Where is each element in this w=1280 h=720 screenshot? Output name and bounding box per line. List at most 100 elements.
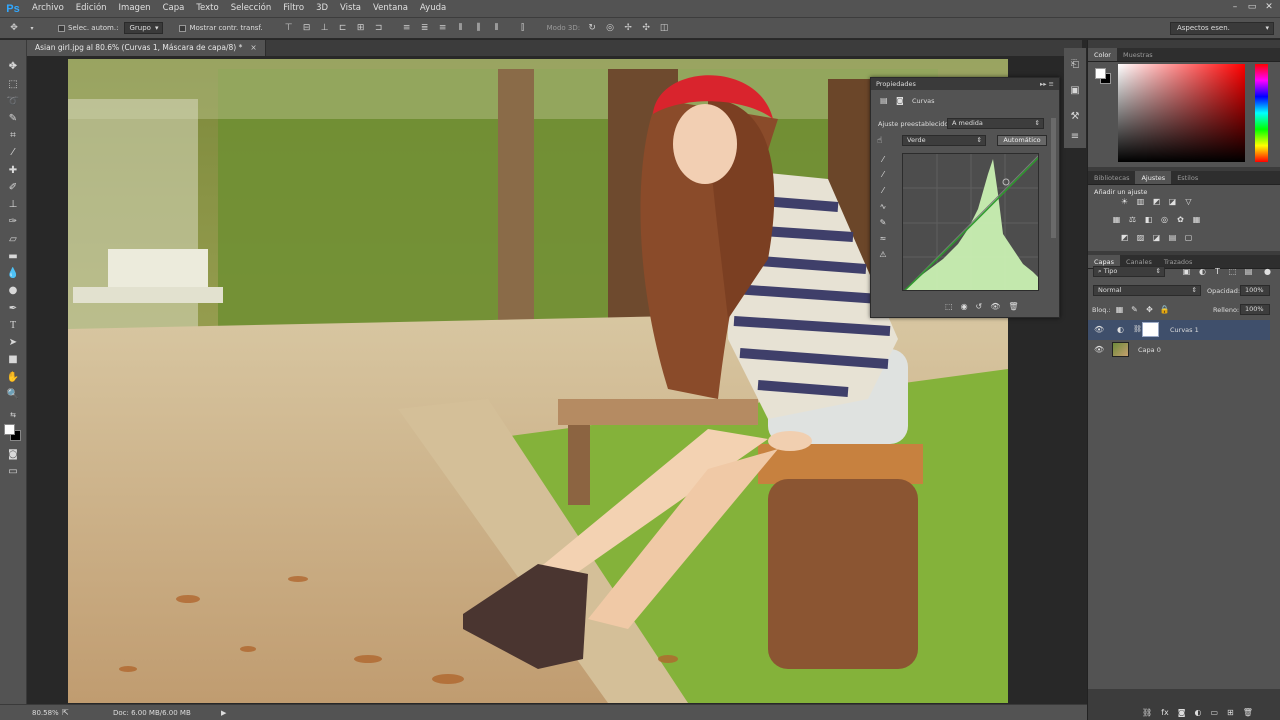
clipping-warning-icon[interactable]: ⚠: [877, 250, 889, 262]
rotate-3d-icon[interactable]: ↻: [586, 23, 598, 33]
pen-tool-icon[interactable]: ✒: [6, 302, 20, 316]
color-lookup-icon[interactable]: ▦: [1191, 215, 1202, 225]
levels-icon[interactable]: ▥: [1135, 197, 1146, 207]
menu-capa[interactable]: Capa: [157, 0, 191, 17]
quick-select-tool-icon[interactable]: ✎: [6, 112, 20, 126]
visibility-icon[interactable]: 👁: [990, 302, 1000, 311]
path-select-tool-icon[interactable]: ➤: [6, 336, 20, 350]
menu-texto[interactable]: Texto: [190, 0, 224, 17]
lock-all-icon[interactable]: 🔒: [1159, 305, 1170, 315]
dodge-tool-icon[interactable]: ●: [6, 284, 20, 298]
document-image[interactable]: [68, 59, 1008, 703]
selective-color-icon[interactable]: ▢: [1183, 233, 1194, 243]
show-transform-option[interactable]: Mostrar contr. transf.: [179, 24, 263, 32]
filter-type-icon[interactable]: T: [1212, 267, 1223, 277]
move-tool-icon[interactable]: ✥: [6, 60, 20, 74]
hue-slider[interactable]: [1255, 64, 1268, 162]
auto-select-checkbox[interactable]: [58, 24, 65, 32]
new-group-icon[interactable]: ▭: [1210, 708, 1218, 717]
quick-mask-icon[interactable]: ◙: [6, 448, 20, 462]
status-menu-arrow-icon[interactable]: ▶: [221, 709, 226, 717]
tool-preset-chevron-icon[interactable]: ▾: [26, 25, 38, 32]
channel-dropdown[interactable]: Verde ⇕: [902, 135, 986, 146]
close-button[interactable]: ✕: [1262, 1, 1276, 13]
black-white-icon[interactable]: ◧: [1143, 215, 1154, 225]
add-mask-icon[interactable]: ◙: [1178, 708, 1186, 717]
preset-dropdown[interactable]: A medida ⇕: [947, 118, 1044, 129]
menu-filtro[interactable]: Filtro: [277, 0, 310, 17]
clip-to-layer-icon[interactable]: ⬚: [945, 302, 953, 311]
blur-tool-icon[interactable]: 💧: [6, 267, 20, 281]
zoom-tool-icon[interactable]: 🔍: [6, 388, 20, 402]
layer-mask-thumbnail[interactable]: [1142, 322, 1159, 337]
color-spectrum-field[interactable]: [1118, 64, 1245, 162]
menu-ventana[interactable]: Ventana: [367, 0, 414, 17]
trash-icon[interactable]: 🗑: [1243, 708, 1253, 717]
color-balance-icon[interactable]: ⚖: [1127, 215, 1138, 225]
layer-filter-dropdown[interactable]: ⌕ Tipo ⇕: [1093, 266, 1165, 277]
adjustments-panel-icon[interactable]: ⚒: [1068, 110, 1082, 124]
auto-align-icon[interactable]: ⫿: [517, 23, 529, 33]
tab-color[interactable]: Color: [1088, 48, 1117, 61]
channel-mixer-icon[interactable]: ✿: [1175, 215, 1186, 225]
workspace-dropdown[interactable]: Aspectos esen. ▾: [1170, 22, 1274, 35]
lock-position-icon[interactable]: ✥: [1144, 305, 1155, 315]
view-previous-icon[interactable]: ◉: [961, 302, 968, 311]
filter-pixel-icon[interactable]: ▣: [1181, 267, 1192, 277]
filter-toggle-icon[interactable]: ●: [1262, 267, 1273, 277]
properties-panel-icon[interactable]: ≡: [1068, 130, 1082, 144]
curve-point-tool-icon[interactable]: ∿: [877, 202, 889, 214]
trash-icon[interactable]: 🗑: [1008, 302, 1018, 311]
auto-select-target-dropdown[interactable]: Grupo ▾: [124, 22, 164, 34]
distribute-vcenter-icon[interactable]: ≣: [419, 23, 431, 33]
tab-adjustments[interactable]: Ajustes: [1135, 171, 1172, 184]
rectangle-tool-icon[interactable]: ■: [6, 353, 20, 367]
gray-point-eyedropper-icon[interactable]: ⁄: [877, 170, 889, 182]
close-tab-icon[interactable]: ×: [250, 43, 256, 52]
layer-style-icon[interactable]: fx: [1161, 708, 1169, 717]
black-point-eyedropper-icon[interactable]: ⁄: [877, 155, 889, 167]
eyedropper-tool-icon[interactable]: ⁄: [6, 146, 20, 160]
fill-field[interactable]: 100%: [1240, 304, 1270, 315]
drag-3d-icon[interactable]: ✢: [622, 23, 634, 33]
menu-imagen[interactable]: Imagen: [113, 0, 157, 17]
new-adjustment-icon[interactable]: ◐: [1194, 708, 1201, 717]
brush-tool-icon[interactable]: ✐: [6, 181, 20, 195]
scale-3d-icon[interactable]: ◫: [658, 23, 670, 33]
distribute-right-icon[interactable]: ⫴: [491, 23, 503, 33]
menu-vista[interactable]: Vista: [334, 0, 367, 17]
filter-adjustment-icon[interactable]: ◐: [1197, 267, 1208, 277]
menu-3d[interactable]: 3D: [310, 0, 334, 17]
menu-ayuda[interactable]: Ayuda: [414, 0, 452, 17]
gradient-map-icon[interactable]: ▤: [1167, 233, 1178, 243]
minimize-button[interactable]: –: [1228, 1, 1242, 13]
lasso-tool-icon[interactable]: ➰: [6, 95, 20, 109]
opacity-field[interactable]: 100%: [1240, 285, 1270, 296]
type-tool-icon[interactable]: T: [6, 319, 20, 333]
invert-icon[interactable]: ◩: [1119, 233, 1130, 243]
align-top-icon[interactable]: ⊤: [283, 23, 295, 33]
foreground-color-swatch[interactable]: [4, 424, 15, 435]
hue-saturation-icon[interactable]: ▦: [1111, 215, 1122, 225]
slide-3d-icon[interactable]: ✣: [640, 23, 652, 33]
history-brush-tool-icon[interactable]: ✑: [6, 215, 20, 229]
curves-graph[interactable]: [902, 153, 1039, 291]
marquee-tool-icon[interactable]: ⬚: [6, 78, 20, 92]
gradient-tool-icon[interactable]: ▬: [6, 250, 20, 264]
brightness-contrast-icon[interactable]: ☀: [1119, 197, 1130, 207]
history-panel-icon[interactable]: ⎗: [1068, 58, 1082, 72]
blend-mode-dropdown[interactable]: Normal ⇕: [1093, 285, 1201, 296]
menu-edicion[interactable]: Edición: [70, 0, 113, 17]
tab-libraries[interactable]: Bibliotecas: [1088, 171, 1135, 184]
layer-row[interactable]: 👁 Capa 0: [1088, 340, 1270, 360]
foreground-color-swatch[interactable]: [1095, 68, 1106, 79]
distribute-hcenter-icon[interactable]: ⫼: [473, 23, 485, 33]
filter-smart-icon[interactable]: ▤: [1243, 267, 1254, 277]
align-right-icon[interactable]: ⊐: [373, 23, 385, 33]
distribute-bottom-icon[interactable]: ≡: [437, 23, 449, 33]
posterize-icon[interactable]: ▨: [1135, 233, 1146, 243]
properties-scrollbar-thumb[interactable]: [1051, 118, 1056, 238]
exposure-icon[interactable]: ◪: [1167, 197, 1178, 207]
align-left-icon[interactable]: ⊏: [337, 23, 349, 33]
lock-transparent-icon[interactable]: ▦: [1114, 305, 1125, 315]
